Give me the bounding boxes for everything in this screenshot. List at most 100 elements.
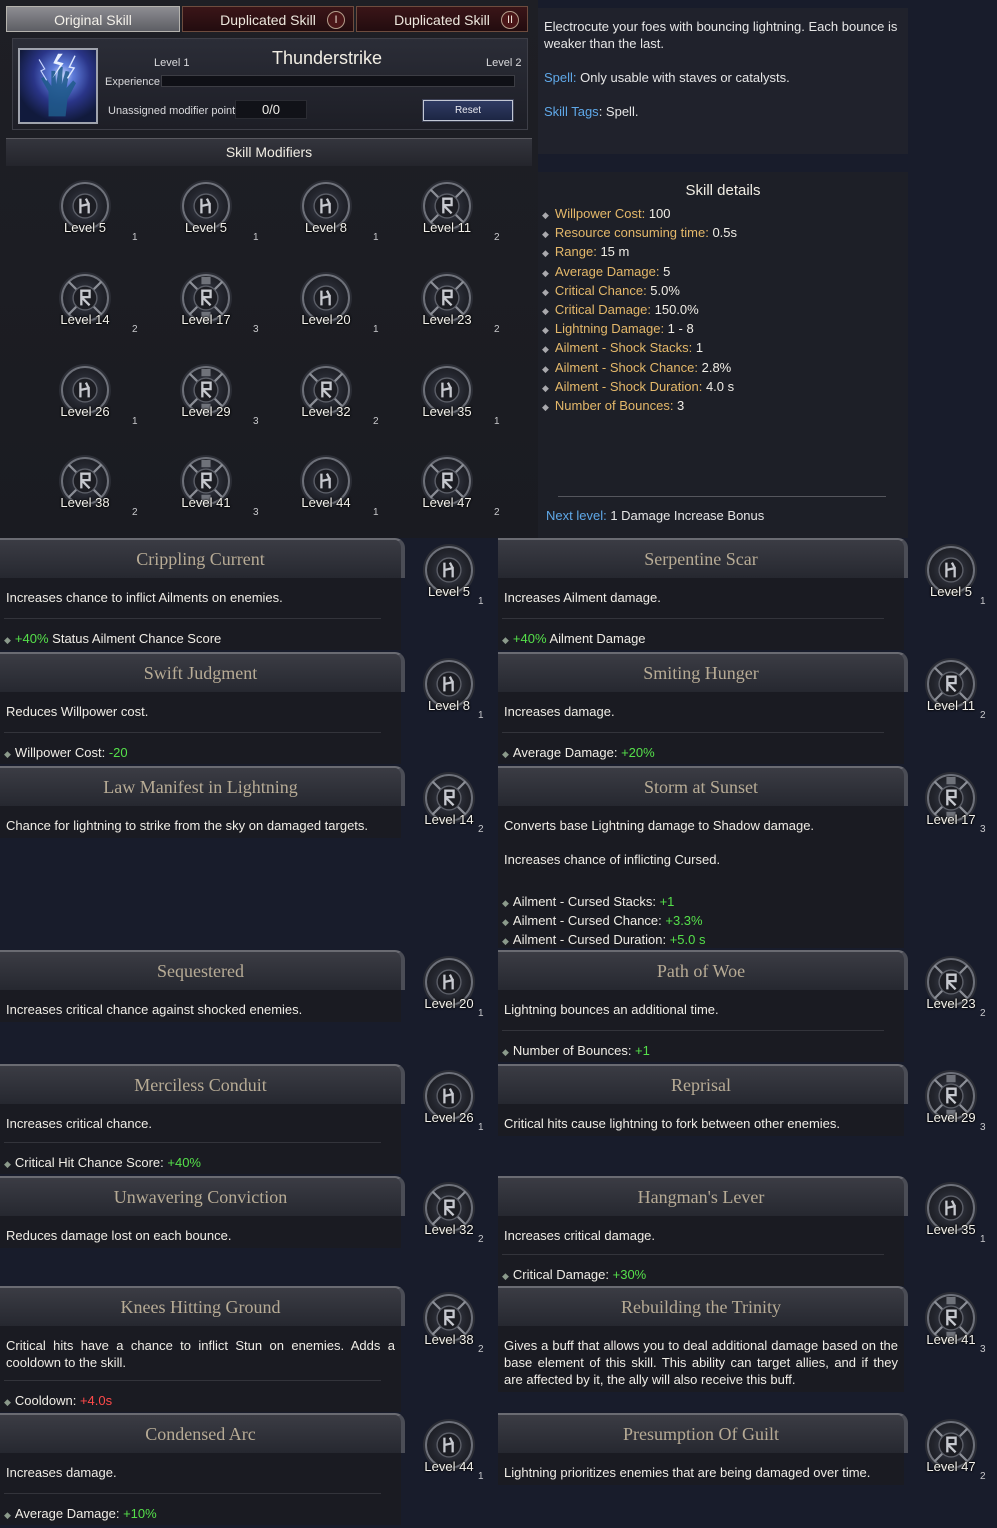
modifier-description: Lightning bounces an additional time.	[504, 1002, 719, 1017]
modifier-slot[interactable]: Level 38 2	[20, 451, 150, 541]
modifier-slot[interactable]: Level 44 1	[261, 451, 391, 541]
modifier-card-body: Increases critical damage. ◆ Critical Dama…	[498, 1216, 904, 1286]
modifier-card: Merciless Conduit Increases critical chan…	[0, 1064, 405, 1174]
modifier-card-slot[interactable]: Level 51	[910, 544, 992, 624]
skill-detail-row: ◆ Average Damage: 5	[542, 264, 670, 279]
modifier-card-title: Unwavering Conviction	[0, 1176, 405, 1216]
modifier-slot[interactable]: Level 35 1	[382, 360, 512, 450]
modifier-slot[interactable]: Level 17 3	[141, 268, 271, 358]
stat-label: Status Ailment Chance Score	[48, 631, 222, 646]
modifier-card-slot[interactable]: Level 35 1	[910, 1182, 992, 1262]
modifier-level-label: Level 20	[301, 312, 351, 327]
detail-label: Number of Bounces:	[554, 398, 674, 413]
divider	[502, 1254, 884, 1255]
detail-value: 5	[659, 263, 671, 279]
bullet-icon: ◆	[542, 229, 549, 240]
modifier-slot[interactable]: Level 11 2	[382, 176, 512, 266]
divider	[4, 1380, 381, 1381]
stat-value: +20%	[621, 745, 655, 760]
modifier-level-label: Level 38	[60, 495, 110, 510]
modifier-description: Critical hits cause lightning to fork be…	[504, 1116, 841, 1131]
modifier-card-slot[interactable]: Level 38 2	[408, 1292, 490, 1372]
next-level-bonus: Next level: 1 Damage Increase Bonus	[546, 508, 764, 523]
next-level-label: Next level:	[546, 508, 607, 523]
bullet-icon: ◆	[502, 917, 509, 927]
modifier-description: Chance for lightning to strike from the …	[6, 818, 369, 833]
modifier-card-slot[interactable]: Level 47 2	[910, 1419, 992, 1499]
skill-title: Thunderstrike	[271, 48, 383, 68]
modifier-tier-label: 1	[478, 710, 484, 721]
modifier-stat: ◆ Ailment - Cursed Chance: +3.3%	[502, 912, 703, 931]
modifier-card-slot[interactable]: Level 11 2	[910, 658, 992, 738]
modifier-level-label: Level 44	[301, 495, 351, 510]
skill-description-panel: Electrocute your foes with bouncing ligh…	[538, 8, 908, 154]
modifier-tier-label: 2	[373, 416, 379, 427]
modifier-slot[interactable]: Level 5 1	[20, 176, 150, 266]
modifier-tier-label: 1	[980, 1234, 986, 1245]
modifier-card-slot[interactable]: Level 44 1	[408, 1419, 490, 1499]
modifier-card-body: Critical hits have a chance to inflict S…	[0, 1326, 401, 1412]
modifier-slot[interactable]: Level 32 2	[261, 360, 391, 450]
modifier-card-slot[interactable]: Level 23 2	[910, 956, 992, 1036]
modifier-description: Increases chance of inflicting Cursed.	[504, 852, 721, 867]
divider	[502, 1030, 884, 1031]
modifier-card: Storm at Sunset Converts base Lightning d…	[498, 766, 908, 948]
stat-value: +3.3%	[665, 913, 703, 928]
modifier-tier-label: 3	[980, 1122, 986, 1133]
modifier-stat: ◆ Number of Bounces: +1	[502, 1042, 650, 1061]
skill-detail-row: ◆ Resource consuming time: 0.5s	[542, 225, 737, 240]
modifier-level-label: Level 5	[185, 220, 227, 235]
modifier-level-label: Level 26	[60, 404, 110, 419]
detail-label: Range:	[554, 244, 597, 260]
bullet-icon: ◆	[542, 306, 549, 316]
modifier-card-title: Hangman's Lever	[498, 1176, 908, 1216]
modifier-card: Sequestered Increases critical chance aga…	[0, 950, 405, 1022]
modifier-tier-label: 1	[373, 324, 379, 335]
modifier-card-slot[interactable]: Level 20 1	[408, 956, 490, 1036]
modifier-slot[interactable]: Level 47 2	[382, 451, 512, 541]
modifier-card-slot[interactable]: Level 29 3	[910, 1070, 992, 1150]
skill-tags: Skill Tags: Spell.	[544, 104, 639, 119]
modifier-card-slot[interactable]: Level 81	[408, 658, 490, 738]
stat-value: -20	[108, 745, 128, 760]
modifier-card-body: Increases damage. ◆ Average Damage: +10%	[0, 1453, 401, 1525]
modifier-level-label: Level 35	[422, 404, 472, 419]
reset-button[interactable]: Reset	[422, 99, 514, 122]
bullet-icon: ◆	[502, 1047, 509, 1057]
modifier-slot[interactable]: Level 29 3	[141, 360, 271, 450]
stat-label: Number of Bounces:	[512, 1043, 636, 1058]
modifier-tier-label: 3	[253, 416, 259, 427]
modifier-tier-label: 1	[478, 1471, 484, 1482]
modifier-card: Crippling Current Increases chance to inf…	[0, 538, 405, 650]
modifier-tier-label: 1	[980, 596, 986, 607]
modifier-description: Converts base Lightning damage to Shadow…	[504, 818, 815, 833]
skill-description: Electrocute your foes with bouncing ligh…	[544, 19, 898, 51]
tab-original-skill[interactable]: Original Skill	[6, 6, 180, 32]
detail-label: Critical Damage:	[554, 302, 652, 317]
modifier-slot[interactable]: Level 5 1	[141, 176, 271, 266]
modifier-card-body: Reduces Willpower cost. ◆ Willpower Cost: …	[0, 692, 401, 764]
divider	[4, 618, 381, 619]
modifier-card-slot[interactable]: Level 17 3	[910, 772, 992, 852]
modifier-description: Gives a buff that allows you to deal add…	[504, 1338, 898, 1387]
modifier-slot[interactable]: Level 20 1	[261, 268, 391, 358]
modifier-card-body: Reduces damage lost on each bounce.	[0, 1216, 401, 1248]
modifier-tier-label: 3	[253, 507, 259, 518]
modifier-card-slot[interactable]: Level 26 1	[408, 1070, 490, 1150]
modifier-card-slot[interactable]: Level 32 2	[408, 1182, 490, 1262]
modifier-card-slot[interactable]: Level 14 2	[408, 772, 490, 852]
detail-value: 2.8%	[698, 359, 732, 375]
modifier-slot[interactable]: Level 26 1	[20, 360, 150, 450]
modifier-slot[interactable]: Level 41 3	[141, 451, 271, 541]
stat-label: Average Damage:	[14, 1506, 124, 1521]
skill-panel: Original Skill Duplicated Skill I Duplic…	[0, 0, 538, 538]
modifier-card-slot[interactable]: Level 51	[408, 544, 490, 624]
tab-duplicated-skill-2[interactable]: Duplicated Skill II	[356, 6, 528, 32]
modifier-slot[interactable]: Level 8 1	[261, 176, 391, 266]
detail-label: Average Damage:	[554, 263, 660, 279]
modifier-card-slot[interactable]: Level 41 3	[910, 1292, 992, 1372]
bullet-icon: ◆	[502, 1271, 509, 1281]
modifier-slot[interactable]: Level 23 2	[382, 268, 512, 358]
tab-duplicated-skill-1[interactable]: Duplicated Skill I	[182, 6, 354, 32]
modifier-slot[interactable]: Level 14 2	[20, 268, 150, 358]
